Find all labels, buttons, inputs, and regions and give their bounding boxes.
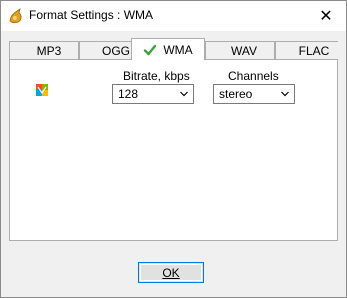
ok-label: OK (162, 265, 180, 280)
chevron-down-icon (180, 91, 188, 97)
check-icon (144, 44, 157, 56)
app-icon (9, 8, 22, 24)
tab-label: MP3 (36, 43, 62, 58)
chevron-down-icon (281, 91, 289, 97)
channels-label: Channels (228, 69, 279, 83)
bitrate-label: Bitrate, kbps (123, 69, 190, 83)
title-bar: Format Settings : WMA ✕ (1, 1, 346, 31)
ok-button[interactable]: OK (138, 262, 204, 283)
window-title: Format Settings : WMA (29, 8, 154, 22)
tab-mp3[interactable]: MP3 (9, 41, 79, 59)
tab-flac[interactable]: FLAC (275, 41, 338, 59)
format-settings-dialog: Format Settings : WMA ✕ MP3 OGG WMA WAV … (0, 0, 347, 298)
wma-format-icon (36, 84, 48, 96)
format-tabs: MP3 OGG WMA WAV FLAC (9, 38, 338, 60)
bitrate-value: 128 (118, 87, 139, 101)
close-icon: ✕ (319, 8, 333, 25)
tab-label: FLAC (298, 43, 330, 58)
wma-settings-panel: Bitrate, kbps 128 Channels stereo (9, 59, 338, 241)
channels-value: stereo (219, 87, 253, 101)
close-button[interactable]: ✕ (306, 1, 346, 31)
tab-ogg[interactable]: OGG (79, 41, 139, 59)
tab-label: WAV (231, 43, 257, 58)
tab-wav[interactable]: WAV (205, 41, 275, 59)
tab-label: WMA (163, 43, 193, 57)
channels-select[interactable]: stereo (213, 84, 295, 104)
bitrate-select[interactable]: 128 (112, 84, 194, 104)
tab-label: OGG (101, 43, 130, 58)
tab-wma[interactable]: WMA (131, 38, 205, 60)
